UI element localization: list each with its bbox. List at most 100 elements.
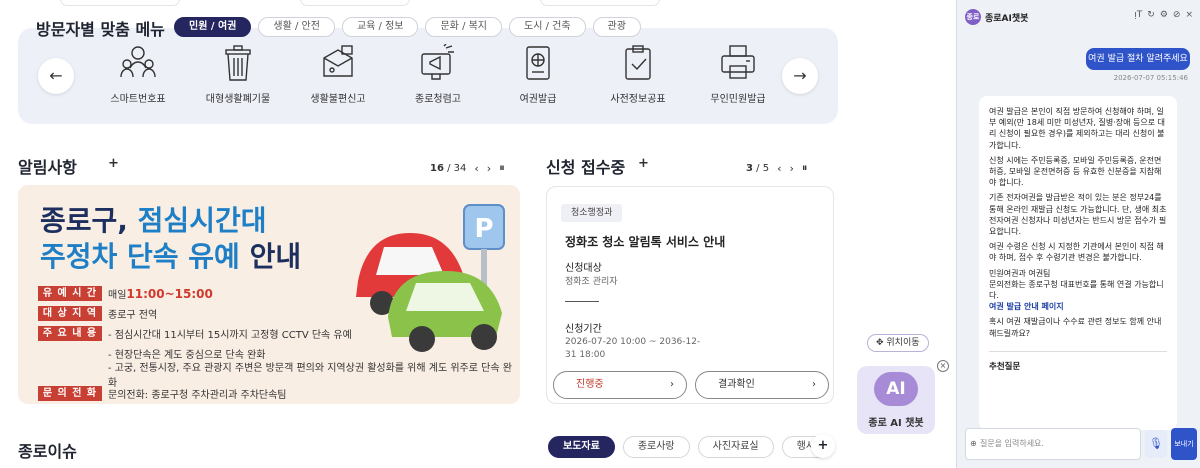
menu-item-passport[interactable]: 여권발급 [488, 44, 588, 105]
chatbot-title: 종로AI챗봇 [985, 14, 1029, 24]
applications-title: 신청 접수중 [546, 158, 626, 177]
menu-item-label: 스마트번호표 [110, 94, 166, 105]
send-button[interactable]: 보내기 [1171, 428, 1197, 460]
tab-press-release[interactable]: 보도자료 [548, 436, 615, 458]
applications-pager: 3 / 5 ‹ › ⏸ [746, 161, 807, 175]
applications-add-button[interactable]: + [638, 156, 649, 171]
period-label: 신청기간 [565, 324, 602, 335]
answer-paragraph: 여권 수령은 신청 시 지정한 기관에서 본인이 직접 해야 하며, 접수 후 … [989, 242, 1164, 263]
pager-pause-icon[interactable]: ⏸ [499, 161, 505, 175]
banner-row-tag: 유 예 시 간 [38, 286, 102, 301]
pager-total: / 5 [756, 162, 770, 174]
menu-item-label: 여권발급 [519, 94, 557, 105]
department-badge: 청소행정과 [561, 204, 623, 222]
move-position-button[interactable]: ✥ 위치이동 [867, 334, 929, 352]
banner-row: 유 예 시 간 매일 11:00~15:00 [38, 285, 520, 302]
refresh-icon[interactable]: ↻ [1147, 10, 1155, 20]
banner-row-tag [38, 366, 102, 381]
widget-close-icon[interactable]: × [937, 360, 949, 372]
notices-title: 알림사항 [18, 158, 77, 177]
banner-row-tag [38, 346, 102, 361]
chevron-right-icon: › [670, 379, 674, 390]
menu-item-bulky-waste[interactable]: 대형생활폐기물 [188, 44, 288, 105]
chevron-right-icon: › [812, 379, 816, 390]
tab-photo-archive[interactable]: 사진자료실 [697, 436, 774, 458]
chatbot-launcher[interactable]: AI 종로 AI 챗봇 [857, 366, 935, 434]
answer-followup: 혹시 여권 재발급이나 수수료 관련 정보도 함께 안내해드릴까요? [989, 317, 1162, 338]
chatbot-panel: 종로 종로AI챗봇 ᴉT ↻ ⚙ ⊘ × 여권 발급 절차 알려주세요 2026… [956, 0, 1200, 468]
application-card[interactable]: 청소행정과 정화조 청소 알림톡 서비스 안내 신청대상 정화조 관리자 신청기… [546, 186, 834, 404]
tab-tourism[interactable]: 관광 [592, 17, 641, 37]
issues-add-button[interactable]: + [811, 434, 835, 458]
notices-add-button[interactable]: + [108, 156, 119, 171]
tab-life-safety[interactable]: 생활 / 안전 [258, 17, 335, 37]
menu-item-integrity[interactable]: 종로청렴고 [388, 44, 488, 105]
pager-next-icon[interactable]: › [487, 162, 491, 175]
chat-controls: ᴉT ↻ ⚙ ⊘ × [1134, 10, 1193, 20]
minimize-icon[interactable]: ⊘ [1173, 10, 1181, 20]
pager-prev-icon[interactable]: ‹ [777, 162, 781, 175]
printer-icon [721, 45, 755, 79]
user-message: 여권 발급 절차 알려주세요 [1086, 48, 1190, 70]
result-check-button[interactable]: 결과확인 › [695, 371, 829, 399]
period-value-line1: 2026-07-20 10:00 ~ 2036-12- [565, 337, 701, 347]
chatbot-launcher-label: 종로 AI 챗봇 [868, 418, 924, 429]
tab-culture-welfare[interactable]: 문화 / 복지 [425, 17, 503, 37]
menu-item-label: 사전정보공표 [610, 94, 666, 105]
banner-row-text: 종로구 전역 [108, 310, 158, 321]
close-icon[interactable]: × [1185, 10, 1193, 20]
menu-item-label: 생활불편신고 [310, 94, 366, 105]
font-size-icon[interactable]: ᴉT [1134, 10, 1142, 20]
tab-jongno-love[interactable]: 종로사랑 [622, 436, 690, 458]
menu-item-label: 무인민원발급 [710, 94, 766, 105]
category-tabs: 민원 / 여권 생활 / 안전 교육 / 정보 문화 / 복지 도시 / 건축 … [174, 17, 641, 37]
visitor-menu-section: ← → 스마트번호표 대형생활폐기물 생활불편신고 종로청렴고 여권발급 사전정… [18, 12, 838, 124]
top-strip [0, 0, 950, 10]
chat-input-field[interactable]: ⊕ 질문을 입력하세요. [965, 428, 1141, 460]
bot-answer: 여권 발급은 본인이 직접 방문하여 신청해야 하며, 일부 예외(만 18세 … [979, 96, 1177, 430]
banner-heading-highlight: 주정차 단속 유예 [40, 240, 240, 273]
tab-civil-passport[interactable]: 민원 / 여권 [174, 17, 252, 37]
menu-item-kiosk[interactable]: 무인민원발급 [688, 44, 788, 105]
answer-paragraph: 기존 전자여권을 발급받은 적이 있는 분은 정부24를 통해 온라인 재발급 … [989, 193, 1167, 237]
menu-item-complaint-report[interactable]: 생활불편신고 [288, 44, 388, 105]
ai-badge: AI [874, 372, 918, 406]
banner-row-text: 매일 [108, 290, 127, 301]
pager-next-icon[interactable]: › [789, 162, 793, 175]
tab-education-info[interactable]: 교육 / 정보 [341, 17, 419, 37]
megaphone-screen-icon [421, 44, 454, 80]
pager-total: / 34 [447, 162, 467, 174]
settings-icon[interactable]: ⚙ [1160, 10, 1168, 20]
visitor-menu-title: 방문자별 맞춤 메뉴 [36, 20, 165, 39]
tab-city-architecture[interactable]: 도시 / 건축 [509, 17, 586, 37]
notices-pager: 16 / 34 ‹ › ⏸ [430, 161, 505, 175]
banner-row-tag: 주 요 내 용 [38, 326, 102, 341]
recommended-questions-title: 추천질문 [989, 350, 1167, 373]
banner-heading-highlight: 점심시간대 [137, 204, 267, 237]
menu-item-public-info[interactable]: 사전정보공표 [588, 44, 688, 105]
pager-prev-icon[interactable]: ‹ [474, 162, 478, 175]
banner-row-text: - 점심시간대 11시부터 15시까지 고정형 CCTV 단속 유예 [108, 330, 352, 341]
pager-pause-icon[interactable]: ⏸ [802, 161, 808, 175]
answer-contact-team: 민원여권과 여권팀 [989, 268, 1051, 278]
target-value: 정화조 관리자 [565, 277, 618, 287]
mic-button[interactable]: 🎙 [1145, 430, 1167, 458]
status-button-label: 진행중 [576, 379, 604, 390]
application-title[interactable]: 정화조 청소 알림톡 서비스 안내 [565, 233, 725, 250]
notice-banner[interactable]: 종로구, 점심시간대 주정차 단속 유예 안내 P 유 예 시 간 매일 11:… [18, 185, 520, 404]
status-in-progress-button[interactable]: 진행중 › [553, 371, 687, 399]
banner-row: 대 상 지 역 종로구 전역 [38, 305, 520, 322]
arrow-left-icon: ← [49, 66, 63, 85]
passport-icon [526, 46, 550, 80]
svg-text:P: P [474, 214, 493, 244]
banner-row-text: - 고궁, 전통시장, 주요 관광지 주변은 방문객 편의와 지역상권 활성화를… [107, 362, 512, 389]
trash-bin-icon [225, 45, 251, 81]
globe-icon[interactable]: ⊕ [970, 429, 977, 459]
banner-heading-line2: 주정차 단속 유예 안내 [40, 235, 301, 275]
banner-heading-part: 종로구, [40, 204, 138, 237]
prev-arrow-button[interactable]: ← [38, 58, 74, 94]
passport-guide-link[interactable]: 여권 발급 안내 페이지 [989, 301, 1167, 312]
banner-info-rows: 유 예 시 간 매일 11:00~15:00 대 상 지 역 종로구 전역 주 … [38, 285, 520, 404]
menu-item-smart-number[interactable]: 스마트번호표 [88, 44, 188, 105]
menu-items: 스마트번호표 대형생활폐기물 생활불편신고 종로청렴고 여권발급 사전정보공표 … [88, 44, 788, 105]
